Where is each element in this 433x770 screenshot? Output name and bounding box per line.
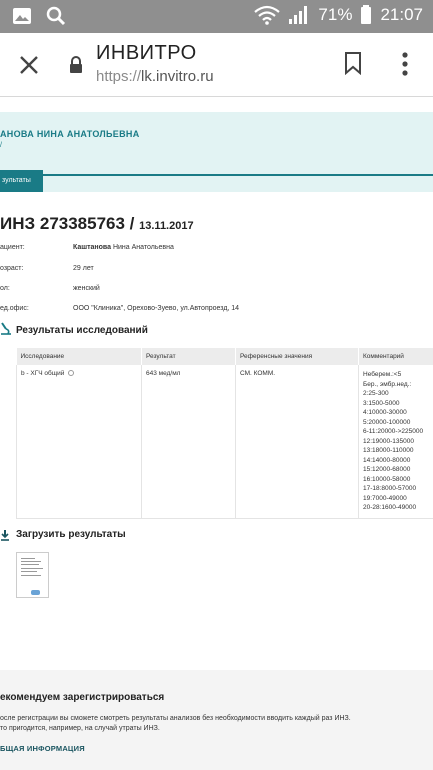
page-title: ИНВИТРО <box>96 42 197 64</box>
battery-percent: 71% <box>318 5 353 24</box>
comment-line: 13:18000-110000 <box>363 447 414 454</box>
column-header: Результат <box>141 348 236 365</box>
results-section-title: Результаты исследований <box>16 325 148 336</box>
comment-line: 12:19000-135000 <box>363 437 414 445</box>
comment-line: Неберем.:<5 <box>363 371 402 378</box>
order-date: 13.11.2017 <box>139 220 194 232</box>
microscope-icon <box>1 322 11 335</box>
reference-cell: СМ. КОММ. <box>235 365 359 519</box>
general-info-link[interactable]: БЩАЯ ИНФОРМАЦИЯ <box>0 744 85 753</box>
age-value: 29 лет <box>73 265 94 272</box>
comment-line: 4:10000-30000 <box>363 409 407 416</box>
close-icon[interactable] <box>17 53 41 77</box>
office-label: ед.офис: <box>0 305 29 312</box>
sex-label: ол: <box>0 285 10 292</box>
test-cell: b - ХГЧ общий <box>16 365 142 519</box>
gallery-icon <box>13 8 31 24</box>
battery-icon <box>361 5 372 24</box>
patient-given-names: Нина Анатольевна <box>111 244 174 251</box>
signal-icon <box>289 6 308 24</box>
wifi-icon <box>254 5 281 25</box>
order-heading: ИНЗ 273385763 / 13.11.2017 <box>0 214 194 234</box>
register-promo: екомендуем зарегистрироваться осле регис… <box>0 670 433 770</box>
browser-toolbar: ИНВИТРО https://lk.invitro.ru <box>0 33 433 97</box>
office-value: ООО "Клиника", Орехово-Зуево, ул.Автопро… <box>73 305 240 312</box>
comment-line: 3:1500-5000 <box>363 399 400 407</box>
clock: 21:07 <box>380 5 423 24</box>
comment-line: 6-11:20000->225000 <box>363 428 424 435</box>
comment-line: 17-18:8000-57000 <box>363 485 417 492</box>
table-header-row: Исследование Результат Референсные значе… <box>16 348 433 365</box>
comment-line: 14:14000-80000 <box>363 456 411 464</box>
comment-line: 16:10000-58000 <box>363 475 411 483</box>
url-protocol: https:// <box>96 68 142 85</box>
download-icon[interactable] <box>0 529 10 541</box>
patient-surname: Каштанова <box>73 244 112 251</box>
column-header: Референсные значения <box>235 348 359 365</box>
menu-icon[interactable] <box>401 51 409 77</box>
results-table: Исследование Результат Референсные значе… <box>16 348 433 519</box>
patient-value: Каштанова Нина Анатольевна <box>73 244 174 251</box>
lock-icon <box>70 56 82 73</box>
comment-line: 19:7000-49000 <box>363 494 407 502</box>
comment-line: Бер., эмбр.нед.: <box>363 380 412 388</box>
register-text-line: то пригодится, например, на случай утрат… <box>0 725 160 732</box>
test-name[interactable]: b - ХГЧ общий <box>21 370 64 377</box>
result-document-thumbnail[interactable] <box>16 552 49 598</box>
column-header: Исследование <box>16 348 142 365</box>
tab-results[interactable]: зультаты <box>0 170 43 192</box>
column-header: Комментарий <box>358 348 433 365</box>
url-host: lk.invitro.ru <box>141 68 214 85</box>
patient-label: ациент: <box>0 244 25 251</box>
result-cell: 643 мед/мл <box>141 365 236 519</box>
comment-line: 15:12000-68000 <box>363 466 411 473</box>
register-title: екомендуем зарегистрироваться <box>0 692 165 703</box>
comment-line: 20-28:1600-49000 <box>363 504 417 511</box>
url-bar[interactable]: https://lk.invitro.ru <box>96 68 214 85</box>
comment-line: 2:25-300 <box>363 390 389 397</box>
register-text: осле регистрации вы сможете смотреть рез… <box>0 714 430 734</box>
bookmark-icon[interactable] <box>344 51 362 75</box>
tab-underline <box>0 174 433 176</box>
user-header: АНОВА НИНА АНАТОЛЬЕВНА / <box>0 112 433 192</box>
user-subtitle: / <box>0 142 2 149</box>
table-row: b - ХГЧ общий 643 мед/мл СМ. КОММ. Небер… <box>16 365 433 519</box>
comment-line: 5:20000-100000 <box>363 418 411 426</box>
register-text-line: осле регистрации вы сможете смотреть рез… <box>0 715 351 722</box>
status-bar: 71% 21:07 <box>0 0 433 33</box>
sex-value: женский <box>73 285 100 292</box>
user-name: АНОВА НИНА АНАТОЛЬЕВНА <box>0 129 140 139</box>
order-number: ИНЗ 273385763 / <box>0 214 135 233</box>
info-icon[interactable] <box>68 370 75 377</box>
age-label: озраст: <box>0 265 24 272</box>
download-section-title[interactable]: Загрузить результаты <box>16 529 126 540</box>
search-icon <box>46 6 66 26</box>
comment-cell: Неберем.:<5 Бер., эмбр.нед.: 2:25-300 3:… <box>358 365 433 519</box>
